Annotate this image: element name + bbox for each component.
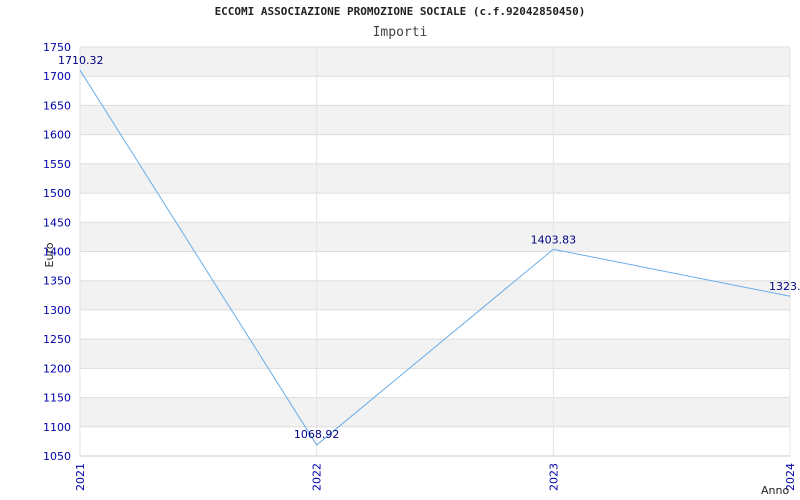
y-tick-label: 1200 (43, 362, 71, 375)
y-tick-label: 1250 (43, 333, 71, 346)
y-tick-label: 1750 (43, 41, 71, 54)
x-tick-label: 2021 (74, 463, 87, 491)
grid-band (80, 309, 790, 340)
grid-band (80, 280, 790, 310)
grid-band (80, 397, 790, 427)
data-label: 1710.32 (58, 54, 104, 67)
y-tick-label: 1300 (43, 304, 71, 317)
y-tick-label: 1150 (43, 392, 71, 405)
line-chart: 1050110011501200125013001350140014501500… (43, 41, 800, 497)
grid-band (80, 339, 790, 369)
grid-band (80, 222, 790, 252)
data-label: 1068.92 (294, 428, 340, 441)
data-label: 1403.83 (531, 233, 577, 246)
grid-band (80, 426, 790, 456)
y-tick-label: 1100 (43, 421, 71, 434)
y-tick-label: 1600 (43, 129, 71, 142)
grid-band (80, 134, 790, 164)
y-tick-label: 1550 (43, 158, 71, 171)
y-axis-label: Euro (43, 242, 56, 267)
y-tick-label: 1500 (43, 187, 71, 200)
grid-band (80, 368, 790, 398)
data-label: 1323.5 (769, 280, 800, 293)
x-tick-label: 2023 (547, 463, 560, 491)
grid-band (80, 47, 790, 77)
x-axis-label: Anno (761, 484, 789, 497)
grid-band (80, 76, 790, 106)
grid-band (80, 163, 790, 194)
y-tick-label: 1450 (43, 216, 71, 229)
y-tick-label: 1650 (43, 99, 71, 112)
grid-band (80, 105, 790, 135)
x-axis-ticks: 2021 2022 2023 2024 (74, 463, 797, 491)
grid-band (80, 251, 790, 281)
y-tick-label: 1700 (43, 70, 71, 83)
y-tick-label: 1350 (43, 275, 71, 288)
x-tick-label: 2022 (311, 463, 324, 491)
grid-band (80, 193, 790, 223)
y-tick-label: 1050 (43, 450, 71, 463)
